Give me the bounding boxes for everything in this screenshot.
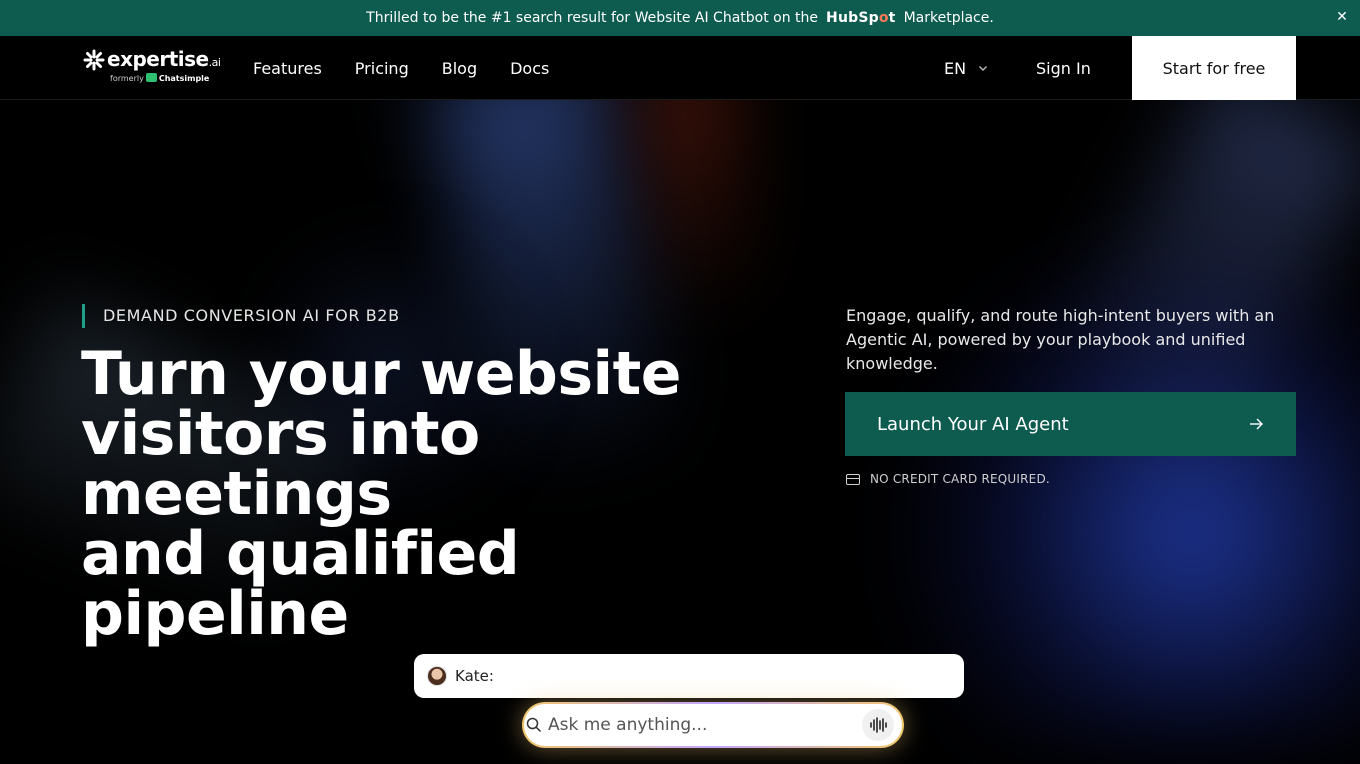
logo[interactable]: expertise.ai formerly Chatsimple: [83, 47, 221, 87]
arrow-right-icon: [1250, 418, 1263, 430]
hero-headline: Turn your website visitors into meetings…: [81, 339, 682, 649]
announcement-text: Thrilled to be the #1 search result for …: [366, 10, 819, 26]
chatsimple-icon: [145, 73, 157, 82]
language-selector[interactable]: EN: [944, 36, 988, 100]
close-icon[interactable]: ✕: [1334, 9, 1350, 25]
nav-features[interactable]: Features: [253, 59, 322, 78]
hero-eyebrow: DEMAND CONVERSION AI FOR B2B: [82, 304, 400, 328]
start-free-button[interactable]: Start for free: [1132, 36, 1296, 100]
main-nav: Features Pricing Blog Docs: [253, 36, 582, 100]
launch-agent-button[interactable]: Launch Your AI Agent: [845, 392, 1296, 456]
chat-message-bubble: Kate:: [414, 654, 964, 698]
announcement-text-end: Marketplace.: [903, 10, 994, 26]
agent-name: Kate:: [455, 667, 494, 685]
chat-input-container: [522, 702, 904, 748]
logo-wordmark: expertise.ai: [107, 47, 221, 71]
logo-mark-icon: [83, 49, 105, 71]
chat-input-box: [524, 704, 902, 746]
launch-agent-label: Launch Your AI Agent: [877, 413, 1069, 435]
chevron-down-icon: [979, 66, 988, 71]
chat-input[interactable]: [548, 715, 848, 735]
logo-formerly: formerly Chatsimple: [110, 73, 210, 83]
no-credit-card-note: NO CREDIT CARD REQUIRED.: [846, 470, 1050, 488]
site-header: expertise.ai formerly Chatsimple Features…: [0, 36, 1360, 100]
credit-card-icon: [846, 473, 860, 485]
nav-blog[interactable]: Blog: [442, 59, 477, 78]
sign-in-link[interactable]: Sign In: [1036, 36, 1091, 100]
nav-docs[interactable]: Docs: [510, 59, 549, 78]
search-icon: [526, 717, 542, 733]
announcement-bar: Thrilled to be the #1 search result for …: [0, 0, 1360, 36]
agent-avatar: [427, 666, 447, 686]
language-label: EN: [944, 58, 967, 78]
hubspot-logo: HubSpot: [826, 10, 896, 26]
audio-wave-icon: [870, 717, 887, 733]
nav-pricing[interactable]: Pricing: [355, 59, 409, 78]
hero-description: Engage, qualify, and route high-intent b…: [846, 306, 1275, 373]
voice-input-button[interactable]: [862, 709, 894, 741]
